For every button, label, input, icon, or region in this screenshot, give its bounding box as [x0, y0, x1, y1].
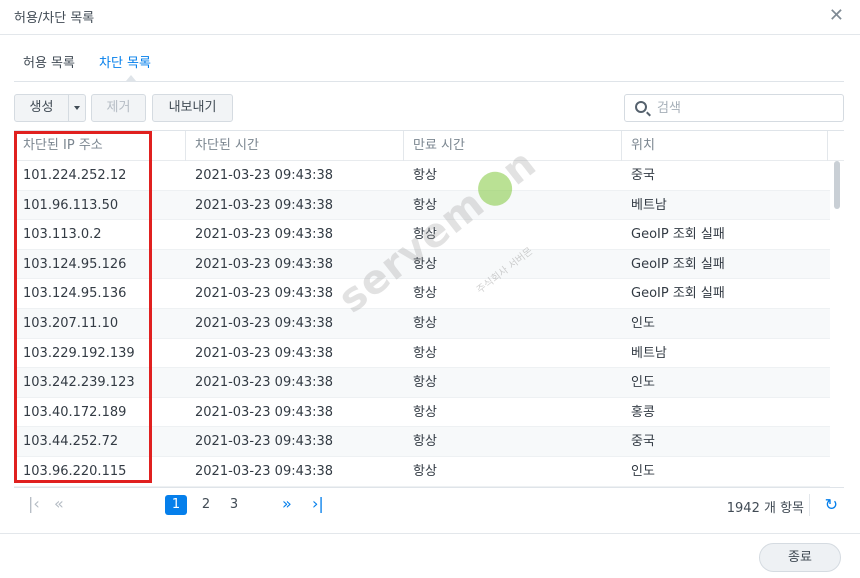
table-header: 차단된 IP 주소 차단된 시간 만료 시간 위치 — [14, 131, 844, 161]
next-pages-icon[interactable]: » — [282, 496, 292, 512]
cell-location: GeoIP 조회 실패 — [631, 256, 725, 272]
table-row[interactable]: 103.44.252.72 2021-03-23 09:43:38 항상 중국 — [14, 427, 830, 457]
export-button[interactable]: 내보내기 — [152, 94, 233, 122]
cell-ip: 103.40.172.189 — [23, 404, 127, 420]
remove-button[interactable]: 제거 — [91, 94, 146, 122]
table-row[interactable]: 103.40.172.189 2021-03-23 09:43:38 항상 홍콩 — [14, 398, 830, 428]
tab-bar: 허용 목록 차단 목록 — [14, 52, 844, 82]
table-body: 101.224.252.12 2021-03-23 09:43:38 항상 중국 101… — [14, 161, 844, 487]
cell-expiry: 항상 — [413, 345, 437, 361]
total-count: 1942 개 항목 — [726, 501, 804, 516]
active-tab-indicator — [126, 75, 136, 81]
cell-blocked-time: 2021-03-23 09:43:38 — [195, 286, 334, 302]
last-page-icon[interactable]: ›| — [312, 496, 324, 512]
table-row[interactable]: 101.96.113.50 2021-03-23 09:43:38 항상 베트남 — [14, 190, 830, 221]
cell-blocked-time: 2021-03-23 09:43:38 — [195, 464, 334, 479]
cell-expiry: 항상 — [413, 197, 437, 213]
cell-expiry: 항상 — [413, 375, 437, 391]
cell-blocked-time: 2021-03-23 09:43:38 — [195, 375, 334, 391]
tab-block-list[interactable]: 차단 목록 — [99, 52, 151, 71]
table-row[interactable]: 101.224.252.12 2021-03-23 09:43:38 항상 중국 — [14, 161, 830, 191]
cell-expiry: 항상 — [413, 168, 437, 183]
cell-expiry: 항상 — [413, 404, 437, 420]
table-row[interactable]: 103.242.239.123 2021-03-23 09:43:38 항상 인도 — [14, 368, 830, 398]
cell-expiry: 항상 — [413, 316, 437, 331]
table-scrollbar[interactable] — [834, 161, 840, 209]
cell-ip: 103.207.11.10 — [23, 316, 119, 331]
close-button[interactable]: 종료 — [759, 543, 841, 572]
table-row[interactable]: 103.207.11.10 2021-03-23 09:43:38 항상 인도 — [14, 309, 830, 339]
page-3-button[interactable]: 3 — [223, 495, 245, 515]
cell-location: GeoIP 조회 실패 — [631, 286, 725, 302]
refresh-icon[interactable]: ↻ — [825, 495, 838, 514]
table-row[interactable]: 103.113.0.2 2021-03-23 09:43:38 항상 GeoIP 조회… — [14, 220, 830, 250]
cell-blocked-time: 2021-03-23 09:43:38 — [195, 256, 334, 272]
cell-location: 베트남 — [631, 345, 667, 361]
dialog-title: 허용/차단 목록 — [14, 11, 95, 26]
pager-divider — [809, 494, 810, 516]
cell-ip: 103.242.239.123 — [23, 375, 135, 391]
cell-ip: 103.229.192.139 — [23, 345, 135, 361]
cell-ip: 103.44.252.72 — [23, 434, 119, 450]
first-page-icon[interactable]: |‹ — [28, 496, 40, 512]
pagination: |‹ « 1 2 3 » ›| 1942 개 항목 ↻ — [14, 490, 844, 520]
cell-expiry: 항상 — [413, 464, 437, 479]
cell-ip: 103.113.0.2 — [23, 227, 102, 243]
toolbar: 생성 제거 내보내기 — [14, 94, 844, 122]
table-row[interactable]: 103.124.95.126 2021-03-23 09:43:38 항상 GeoIP… — [14, 249, 830, 280]
blocked-ip-table: 차단된 IP 주소 차단된 시간 만료 시간 위치 101.224.252.12… — [14, 130, 844, 488]
search-input[interactable] — [657, 99, 837, 117]
prev-pages-icon[interactable]: « — [54, 496, 64, 512]
cell-location: 홍콩 — [631, 404, 655, 420]
title-divider — [0, 34, 860, 35]
cell-location: 베트남 — [631, 197, 667, 213]
table-row[interactable]: 103.96.220.115 2021-03-23 09:43:38 항상 인도 — [14, 457, 830, 487]
footer-divider — [0, 533, 860, 534]
chevron-down-icon — [74, 105, 80, 110]
table-row[interactable]: 103.229.192.139 2021-03-23 09:43:38 항상 베트남 — [14, 339, 830, 369]
page-2-button[interactable]: 2 — [195, 495, 217, 515]
search-icon — [635, 101, 647, 113]
cell-ip: 103.124.95.136 — [23, 286, 127, 302]
cell-expiry: 항상 — [413, 256, 437, 272]
cell-location: 인도 — [631, 316, 655, 331]
cell-ip: 101.96.113.50 — [23, 197, 119, 213]
cell-location: GeoIP 조회 실패 — [631, 227, 725, 243]
column-header-expiry[interactable]: 만료 시간 — [404, 131, 622, 161]
column-header-ip[interactable]: 차단된 IP 주소 — [14, 131, 186, 161]
cell-blocked-time: 2021-03-23 09:43:38 — [195, 316, 334, 331]
cell-ip: 103.124.95.126 — [23, 256, 127, 272]
cell-expiry: 항상 — [413, 286, 437, 302]
cell-expiry: 항상 — [413, 434, 437, 450]
cell-blocked-time: 2021-03-23 09:43:38 — [195, 168, 334, 183]
cell-location: 인도 — [631, 464, 655, 479]
search-box[interactable] — [624, 94, 844, 122]
cell-ip: 101.224.252.12 — [23, 168, 127, 183]
table-row[interactable]: 103.124.95.136 2021-03-23 09:43:38 항상 GeoIP… — [14, 279, 830, 309]
dialog-titlebar: 허용/차단 목록 ✕ — [0, 0, 860, 33]
close-icon[interactable]: ✕ — [829, 5, 844, 26]
column-header-blocked-time[interactable]: 차단된 시간 — [186, 131, 404, 161]
cell-blocked-time: 2021-03-23 09:43:38 — [195, 197, 334, 213]
page-1-button[interactable]: 1 — [165, 495, 187, 515]
cell-location: 중국 — [631, 168, 655, 183]
cell-expiry: 항상 — [413, 227, 437, 243]
cell-ip: 103.96.220.115 — [23, 464, 127, 479]
cell-blocked-time: 2021-03-23 09:43:38 — [195, 345, 334, 361]
cell-blocked-time: 2021-03-23 09:43:38 — [195, 227, 334, 243]
column-header-location[interactable]: 위치 — [622, 131, 828, 161]
tab-allow-list[interactable]: 허용 목록 — [23, 52, 75, 71]
cell-blocked-time: 2021-03-23 09:43:38 — [195, 404, 334, 420]
create-button[interactable]: 생성 — [14, 94, 69, 122]
cell-location: 중국 — [631, 434, 655, 450]
cell-location: 인도 — [631, 375, 655, 391]
create-dropdown-button[interactable] — [68, 94, 86, 122]
cell-blocked-time: 2021-03-23 09:43:38 — [195, 434, 334, 450]
